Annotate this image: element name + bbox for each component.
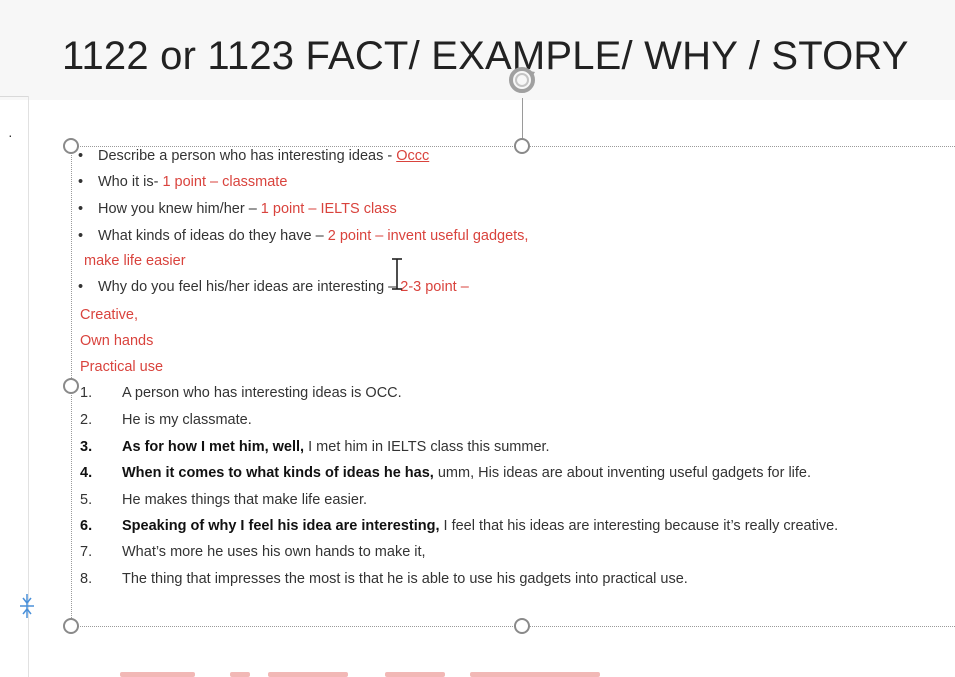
item-lead-in: Speaking of why I feel his idea are inte… (122, 518, 440, 534)
bullet-label: What kinds of ideas do they have – (98, 228, 328, 244)
rotate-handle-icon[interactable] (504, 62, 540, 98)
item-text: I met him in IELTS class this summer. (304, 439, 550, 455)
numbered-item: 6. Speaking of why I feel his idea are i… (80, 518, 838, 534)
item-number: 7. (80, 544, 93, 560)
next-slide-preview (385, 672, 445, 677)
bullet-item: • Why do you feel his/her ideas are inte… (78, 279, 469, 295)
item-lead-in: When it comes to what kinds of ideas he … (122, 465, 434, 481)
bullet-highlight: 1 point – IELTS class (260, 201, 397, 217)
bullet-highlight: 2 point – invent useful gadgets, (327, 228, 529, 244)
numbered-item: 4. When it comes to what kinds of ideas … (80, 465, 811, 481)
numbered-item: 2. He is my classmate. (80, 412, 252, 428)
item-text: He is my classmate. (122, 412, 252, 428)
bullet-dot: • (78, 148, 84, 164)
resize-handle-top-middle[interactable] (514, 138, 530, 154)
numbered-item: 8. The thing that impresses the most is … (80, 571, 688, 587)
numbered-item: 5. He makes things that make life easier… (80, 492, 367, 508)
next-slide-preview (120, 672, 195, 677)
item-text: He makes things that make life easier. (122, 492, 368, 508)
resize-handle-bottom-middle[interactable] (514, 618, 530, 634)
item-lead-in: As for how I met him, well, (122, 439, 305, 455)
bullet-dot: • (78, 174, 84, 190)
bullet-continuation: make life easier (84, 253, 186, 269)
text-cursor-icon (392, 258, 402, 290)
resize-handle-bottom-left[interactable] (63, 618, 79, 634)
numbered-item: 1. A person who has interesting ideas is… (80, 385, 402, 401)
item-text: What’s more he uses his own hands to mak… (122, 544, 426, 560)
item-text: umm, His ideas are about inventing usefu… (433, 465, 812, 481)
slide-title[interactable]: 1122 or 1123 FACT/ EXAMPLE/ WHY / STORY (62, 34, 909, 79)
resize-handle-middle-left[interactable] (63, 378, 79, 394)
numbered-item: 7. What’s more he uses his own hands to … (80, 544, 426, 560)
bullet-highlight: 2-3 point – (400, 279, 469, 295)
note-own-hands: Own hands (80, 333, 154, 349)
left-pane-border (28, 96, 29, 677)
next-slide-preview (230, 672, 250, 677)
bullet-highlight: 1 point – classmate (162, 174, 288, 190)
bullet-highlight: Occc (396, 148, 430, 164)
bullet-dot: • (78, 279, 84, 295)
bullet-item: • Describe a person who has interesting … (78, 148, 429, 164)
note-practical-use: Practical use (80, 359, 164, 375)
bullet-label: Who it is- (98, 174, 163, 190)
slide-canvas: 1122 or 1123 FACT/ EXAMPLE/ WHY / STORY … (0, 0, 955, 677)
item-number: 4. (80, 465, 93, 481)
item-text: I feel that his ideas are interesting be… (439, 518, 839, 534)
rotate-handle-stem (522, 98, 523, 140)
resize-handle-top-left[interactable] (63, 138, 79, 154)
item-number: 6. (80, 518, 93, 534)
collapse-ruler-icon[interactable] (17, 592, 37, 620)
bullet-item: • Who it is- 1 point – classmate (78, 174, 287, 190)
next-slide-preview (268, 672, 348, 677)
bullet-label: How you knew him/her – (98, 201, 261, 217)
bullet-item: • What kinds of ideas do they have – 2 p… (78, 228, 528, 244)
left-pane-divider (0, 96, 28, 97)
bullet-dot: • (78, 201, 84, 217)
note-creative: Creative, (80, 307, 139, 323)
item-number: 5. (80, 492, 93, 508)
numbered-item: 3. As for how I met him, well, I met him… (80, 439, 550, 455)
bullet-dot: • (78, 228, 84, 244)
item-number: 1. (80, 385, 93, 401)
bullet-label: Why do you feel his/her ideas are intere… (98, 279, 401, 295)
left-pane-marker: · (8, 127, 13, 143)
item-text: A person who has interesting ideas is OC… (122, 385, 402, 401)
next-slide-preview (470, 672, 600, 677)
bullet-item: • How you knew him/her – 1 point – IELTS… (78, 201, 397, 217)
item-number: 2. (80, 412, 93, 428)
bullet-label: Describe a person who has interesting id… (98, 148, 397, 164)
item-text: The thing that impresses the most is tha… (122, 571, 688, 587)
item-number: 3. (80, 439, 93, 455)
item-number: 8. (80, 571, 93, 587)
